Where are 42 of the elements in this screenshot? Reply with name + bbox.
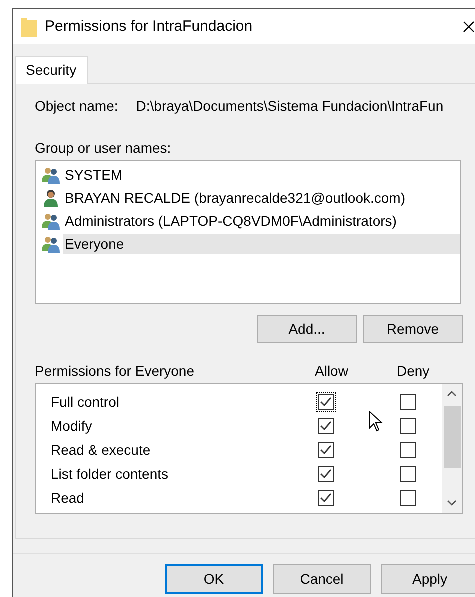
users-icon	[42, 234, 60, 252]
checkbox[interactable]	[400, 394, 416, 410]
close-icon[interactable]	[463, 20, 475, 32]
column-header: Deny	[397, 363, 431, 381]
checkbox[interactable]	[400, 418, 416, 434]
checkbox[interactable]	[400, 442, 416, 458]
users-icon	[42, 166, 60, 184]
permissions-label: Permissions for Everyone	[35, 363, 196, 381]
dialog-button[interactable]: Apply	[381, 564, 475, 594]
tab[interactable]: Security	[15, 56, 88, 84]
permission-name: Read & execute	[51, 442, 152, 458]
permission-name: Modify	[51, 418, 94, 434]
users-icon	[42, 212, 60, 230]
action-button[interactable]: Remove	[363, 315, 463, 343]
object-path: D:\braya\Documents\Sistema Fundacion\IntraFun	[136, 98, 444, 116]
checkbox[interactable]	[400, 466, 416, 482]
dialog-button[interactable]: OK	[165, 564, 263, 594]
list-item[interactable]: BRAYAN RECALDE (brayanrecalde321@outlook.com)	[63, 188, 460, 208]
checkbox[interactable]	[318, 466, 334, 482]
list-item[interactable]: SYSTEM	[63, 164, 460, 184]
action-button[interactable]: Add...	[257, 315, 357, 343]
folder-icon	[21, 16, 37, 36]
window-title: Permissions for IntraFundacion	[45, 18, 253, 35]
list-item[interactable]: Administrators (LAPTOP-CQ8VDM0F\Administrators)	[63, 210, 460, 230]
list-label: Group or user names:	[35, 140, 172, 156]
column-header: Allow	[315, 363, 350, 381]
checkbox[interactable]	[318, 490, 334, 506]
permission-name: List folder contents	[51, 466, 170, 482]
scrollbar[interactable]	[442, 384, 462, 513]
checkbox[interactable]	[318, 442, 334, 458]
permission-name: Full control	[51, 394, 120, 410]
checkbox[interactable]	[318, 394, 334, 410]
field-label: Object name:	[35, 98, 118, 116]
dialog-button[interactable]: Cancel	[273, 564, 371, 594]
mouse-cursor-icon	[369, 411, 383, 433]
checkbox[interactable]	[400, 490, 416, 506]
permission-name: Read	[51, 490, 86, 506]
scroll-down-icon[interactable]	[447, 500, 457, 506]
list-item[interactable]: Everyone	[63, 234, 460, 254]
user-icon	[42, 188, 60, 206]
scroll-up-icon[interactable]	[447, 391, 457, 397]
checkbox[interactable]	[318, 418, 334, 434]
